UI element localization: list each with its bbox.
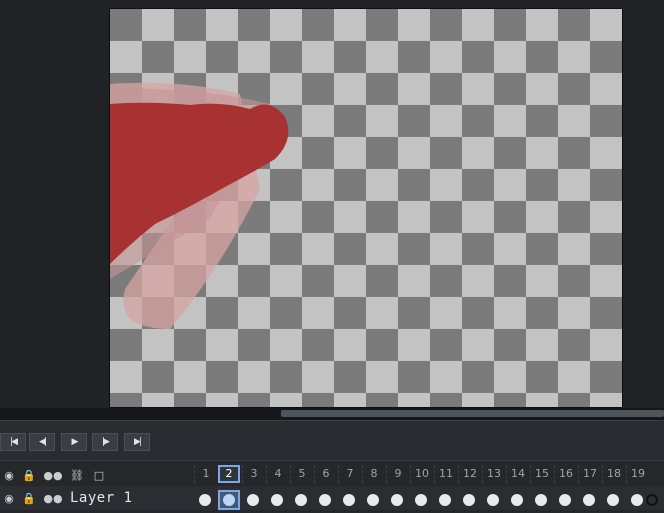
- cel-frame-15[interactable]: [530, 490, 552, 510]
- frame-number-17[interactable]: 17: [578, 465, 601, 483]
- lock-icon[interactable]: 🔒: [20, 467, 38, 483]
- frame-number-18[interactable]: 18: [602, 465, 625, 483]
- cel-dot-icon: [487, 494, 499, 506]
- last-frame-icon: ▶|: [134, 437, 142, 447]
- eye-icon[interactable]: ◉: [0, 467, 18, 483]
- empty-cel-icon: [646, 494, 658, 506]
- cel-frame-17[interactable]: [578, 490, 600, 510]
- cel-frame-13[interactable]: [482, 490, 504, 510]
- frame-number-3[interactable]: 3: [242, 465, 265, 483]
- cel-dot-icon: [439, 494, 451, 506]
- cel-frame-1[interactable]: [194, 490, 216, 510]
- frame-number-13[interactable]: 13: [482, 465, 505, 483]
- horizontal-scrollbar[interactable]: [0, 408, 664, 420]
- onion-skin-icon[interactable]: ●●: [43, 467, 62, 483]
- play-icon: ▶: [71, 437, 79, 447]
- cel-frame-6[interactable]: [314, 490, 336, 510]
- frame-number-15[interactable]: 15: [530, 465, 553, 483]
- cel-dot-icon: [535, 494, 547, 506]
- cel-dot-icon: [415, 494, 427, 506]
- cel-frame-4[interactable]: [266, 490, 288, 510]
- canvas-artwork: [110, 82, 289, 329]
- drawing-canvas[interactable]: [109, 8, 623, 408]
- new-frame-icon[interactable]: □: [90, 467, 108, 483]
- cel-dot-icon: [583, 494, 595, 506]
- cel-frame-14[interactable]: [506, 490, 528, 510]
- frame-number-9[interactable]: 9: [386, 465, 409, 483]
- cel-frame-11[interactable]: [434, 490, 456, 510]
- cel-frame-9[interactable]: [386, 490, 408, 510]
- cel-frame-10[interactable]: [410, 490, 432, 510]
- frame-number-14[interactable]: 14: [506, 465, 529, 483]
- cel-dot-icon: [631, 494, 643, 506]
- playback-toolbar: |◀ ◀| ▶ |▶ ▶|: [0, 420, 664, 461]
- frame-number-11[interactable]: 11: [434, 465, 457, 483]
- layer-visibility-icon[interactable]: ◉: [0, 490, 18, 506]
- next-frame-button[interactable]: |▶: [92, 433, 118, 451]
- frame-number-6[interactable]: 6: [314, 465, 337, 483]
- cel-dot-icon: [319, 494, 331, 506]
- layer-continuous-icon[interactable]: ●●: [43, 490, 62, 506]
- cel-dot-icon: [607, 494, 619, 506]
- cel-dot-icon: [559, 494, 571, 506]
- timeline-panel: ◉ 🔒 ●● ⛓ □ 1 2 3 4 5 6 7 8 9 10 11 12 13 14 15 16 17 18 19…: [0, 460, 664, 513]
- cel-dot-icon: [223, 494, 235, 506]
- prev-frame-icon: ◀|: [39, 437, 47, 447]
- first-frame-button[interactable]: |◀: [0, 433, 26, 451]
- frame-number-7[interactable]: 7: [338, 465, 361, 483]
- layer-name[interactable]: Layer 1: [70, 490, 133, 506]
- next-frame-icon: |▶: [102, 437, 110, 447]
- frame-number-16[interactable]: 16: [554, 465, 577, 483]
- cel-dot-icon: [391, 494, 403, 506]
- frame-number-1[interactable]: 1: [194, 465, 217, 483]
- cel-frame-3[interactable]: [242, 490, 264, 510]
- layer-lock-icon[interactable]: 🔒: [20, 490, 38, 506]
- cel-dot-icon: [343, 494, 355, 506]
- frame-number-4[interactable]: 4: [266, 465, 289, 483]
- cel-empty[interactable]: [644, 490, 660, 510]
- cel-frame-2[interactable]: [218, 490, 240, 510]
- cel-dot-icon: [367, 494, 379, 506]
- cel-dot-icon: [463, 494, 475, 506]
- cel-dot-icon: [199, 494, 211, 506]
- cel-frame-12[interactable]: [458, 490, 480, 510]
- cel-frame-18[interactable]: [602, 490, 624, 510]
- cel-dot-icon: [247, 494, 259, 506]
- scrollbar-thumb[interactable]: [281, 410, 664, 417]
- cel-frame-7[interactable]: [338, 490, 360, 510]
- frame-number-19[interactable]: 19: [626, 465, 649, 483]
- cel-frame-16[interactable]: [554, 490, 576, 510]
- cel-dot-icon: [295, 494, 307, 506]
- cel-dot-icon: [511, 494, 523, 506]
- cel-dot-icon: [271, 494, 283, 506]
- frame-number-12[interactable]: 12: [458, 465, 481, 483]
- timeline-header: ◉ 🔒 ●● ⛓ □: [0, 463, 192, 485]
- frame-number-8[interactable]: 8: [362, 465, 385, 483]
- last-frame-button[interactable]: ▶|: [124, 433, 150, 451]
- canvas-area: [0, 0, 664, 408]
- first-frame-icon: |◀: [10, 437, 18, 447]
- cel-frame-8[interactable]: [362, 490, 384, 510]
- frame-number-5[interactable]: 5: [290, 465, 313, 483]
- frame-number-10[interactable]: 10: [410, 465, 433, 483]
- cel-frame-5[interactable]: [290, 490, 312, 510]
- link-cels-icon[interactable]: ⛓: [68, 467, 86, 483]
- layer-row[interactable]: ◉ 🔒 ●● Layer 1: [0, 486, 664, 510]
- play-button[interactable]: ▶: [61, 433, 87, 451]
- frame-number-2[interactable]: 2: [218, 465, 240, 483]
- prev-frame-button[interactable]: ◀|: [29, 433, 55, 451]
